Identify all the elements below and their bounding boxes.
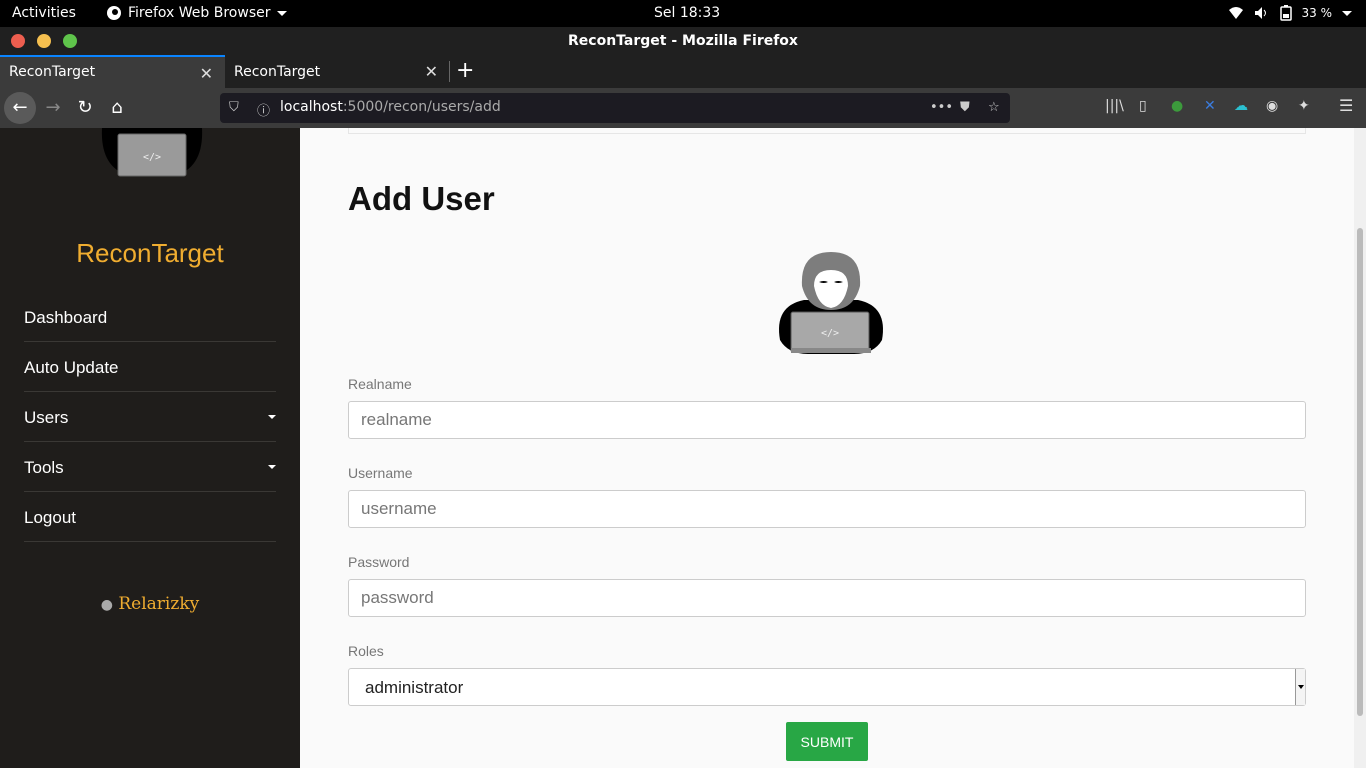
username-label: Username: [348, 465, 413, 481]
chevron-down-icon: [268, 415, 276, 419]
roles-select[interactable]: administrator: [348, 668, 1306, 706]
reload-button[interactable]: ↻: [69, 92, 101, 124]
more-actions-icon[interactable]: •••: [930, 100, 953, 115]
submit-button[interactable]: SUBMIT: [786, 722, 868, 761]
sidebar-item-label: Auto Update: [24, 358, 119, 377]
select-arrow-icon[interactable]: [1295, 669, 1305, 705]
app-sidebar: </> ReconTarget Dashboard Auto Update Us…: [0, 128, 300, 768]
home-button[interactable]: ⌂: [101, 92, 133, 124]
url-host: localhost: [280, 99, 343, 115]
hacker-logo-icon: </>: [101, 128, 203, 177]
chevron-down-icon: [276, 10, 287, 16]
sidebar-item-auto-update[interactable]: Auto Update: [24, 342, 276, 392]
new-tab-button[interactable]: +: [456, 58, 474, 83]
url-bar[interactable]: ⛉ ⓘ localhost:5000/recon/users/add ••• ⛊…: [220, 93, 1010, 123]
brand-title[interactable]: ReconTarget: [0, 238, 300, 269]
sidebar-item-label: Users: [24, 408, 69, 427]
battery-icon: [1279, 5, 1292, 21]
shield-icon[interactable]: ⛉: [229, 100, 239, 115]
tab-recontarget[interactable]: ReconTarget ✕: [225, 55, 450, 88]
app-menu[interactable]: Firefox Web Browser: [106, 5, 287, 21]
sidebar-item-tools[interactable]: Tools: [24, 442, 276, 492]
window-title: ReconTarget - Mozilla Firefox: [568, 33, 798, 49]
password-label: Password: [348, 554, 410, 570]
forward-button[interactable]: →: [37, 92, 69, 124]
roles-label: Roles: [348, 643, 384, 659]
hacker-avatar-icon: </>: [779, 252, 883, 354]
roles-selected-value: administrator: [365, 678, 464, 697]
info-icon[interactable]: ⓘ: [257, 100, 270, 119]
navigation-toolbar: ← → ↻ ⌂ ⛉ ⓘ localhost:5000/recon/users/a…: [0, 88, 1366, 128]
library-icon[interactable]: |||\: [1105, 98, 1124, 114]
page-scrollbar[interactable]: [1354, 128, 1366, 768]
firefox-icon: [107, 6, 121, 20]
cloud-icon[interactable]: ☁: [1234, 98, 1248, 114]
tab-divider: [449, 61, 450, 82]
extension-paw-icon[interactable]: ✦: [1298, 98, 1310, 114]
extension-x-icon[interactable]: ✕: [1204, 98, 1216, 114]
wifi-icon: [1228, 7, 1243, 19]
github-credit-link[interactable]: ● Relarizky: [0, 594, 300, 614]
tab-label: ReconTarget: [9, 64, 96, 80]
sidebar-item-label: Dashboard: [24, 308, 108, 327]
chevron-down-icon: [268, 465, 276, 469]
clock[interactable]: Sel 18:33: [654, 5, 720, 21]
back-button[interactable]: ←: [4, 92, 36, 124]
sidebar-item-users[interactable]: Users: [24, 392, 276, 442]
url-path: :5000/recon/users/add: [342, 99, 501, 115]
logo-code-text: </>: [143, 152, 161, 163]
hamburger-menu-icon[interactable]: ☰: [1339, 96, 1353, 115]
avatar-code-text: </>: [821, 328, 839, 339]
sidebar-item-logout[interactable]: Logout: [24, 492, 276, 542]
scrollbar-thumb[interactable]: [1357, 228, 1363, 716]
close-tab-icon[interactable]: ✕: [200, 64, 213, 83]
extension-icon[interactable]: ●: [1171, 98, 1183, 114]
realname-input[interactable]: [348, 401, 1306, 439]
tab-strip: ReconTarget ✕ ReconTarget ✕ +: [0, 55, 1366, 88]
username-input[interactable]: [348, 490, 1306, 528]
sidebar-item-dashboard[interactable]: Dashboard: [24, 292, 276, 342]
window-titlebar: ReconTarget - Mozilla Firefox: [0, 27, 1366, 55]
sidebar-menu: Dashboard Auto Update Users Tools Logout: [24, 292, 276, 542]
chevron-down-icon: [1342, 10, 1352, 16]
app-menu-label: Firefox Web Browser: [128, 5, 271, 21]
pocket-icon[interactable]: ⛊: [960, 100, 970, 115]
sidebar-toggle-icon[interactable]: ▯: [1139, 98, 1147, 114]
volume-icon: [1254, 7, 1266, 19]
card-edge: [348, 128, 1306, 134]
main-content: Add User </> Realname Username Password …: [300, 128, 1354, 768]
credit-label: Relarizky: [118, 594, 200, 614]
status-menu[interactable]: 33 %: [1228, 5, 1352, 21]
page-title: Add User: [348, 180, 495, 217]
password-input[interactable]: [348, 579, 1306, 617]
tab-recontarget-active[interactable]: ReconTarget ✕: [0, 55, 225, 88]
system-top-bar: Activities Firefox Web Browser Sel 18:33…: [0, 0, 1366, 27]
account-icon[interactable]: ◉: [1266, 98, 1278, 114]
tab-label: ReconTarget: [234, 64, 321, 80]
close-tab-icon[interactable]: ✕: [425, 62, 438, 81]
github-icon: ●: [100, 597, 113, 613]
bookmark-star-icon[interactable]: ☆: [988, 100, 1000, 115]
activities-button[interactable]: Activities: [12, 5, 76, 21]
sidebar-item-label: Logout: [24, 508, 76, 527]
realname-label: Realname: [348, 376, 412, 392]
url-text[interactable]: localhost:5000/recon/users/add: [280, 99, 501, 115]
battery-percent: 33 %: [1301, 6, 1333, 20]
sidebar-item-label: Tools: [24, 458, 64, 477]
